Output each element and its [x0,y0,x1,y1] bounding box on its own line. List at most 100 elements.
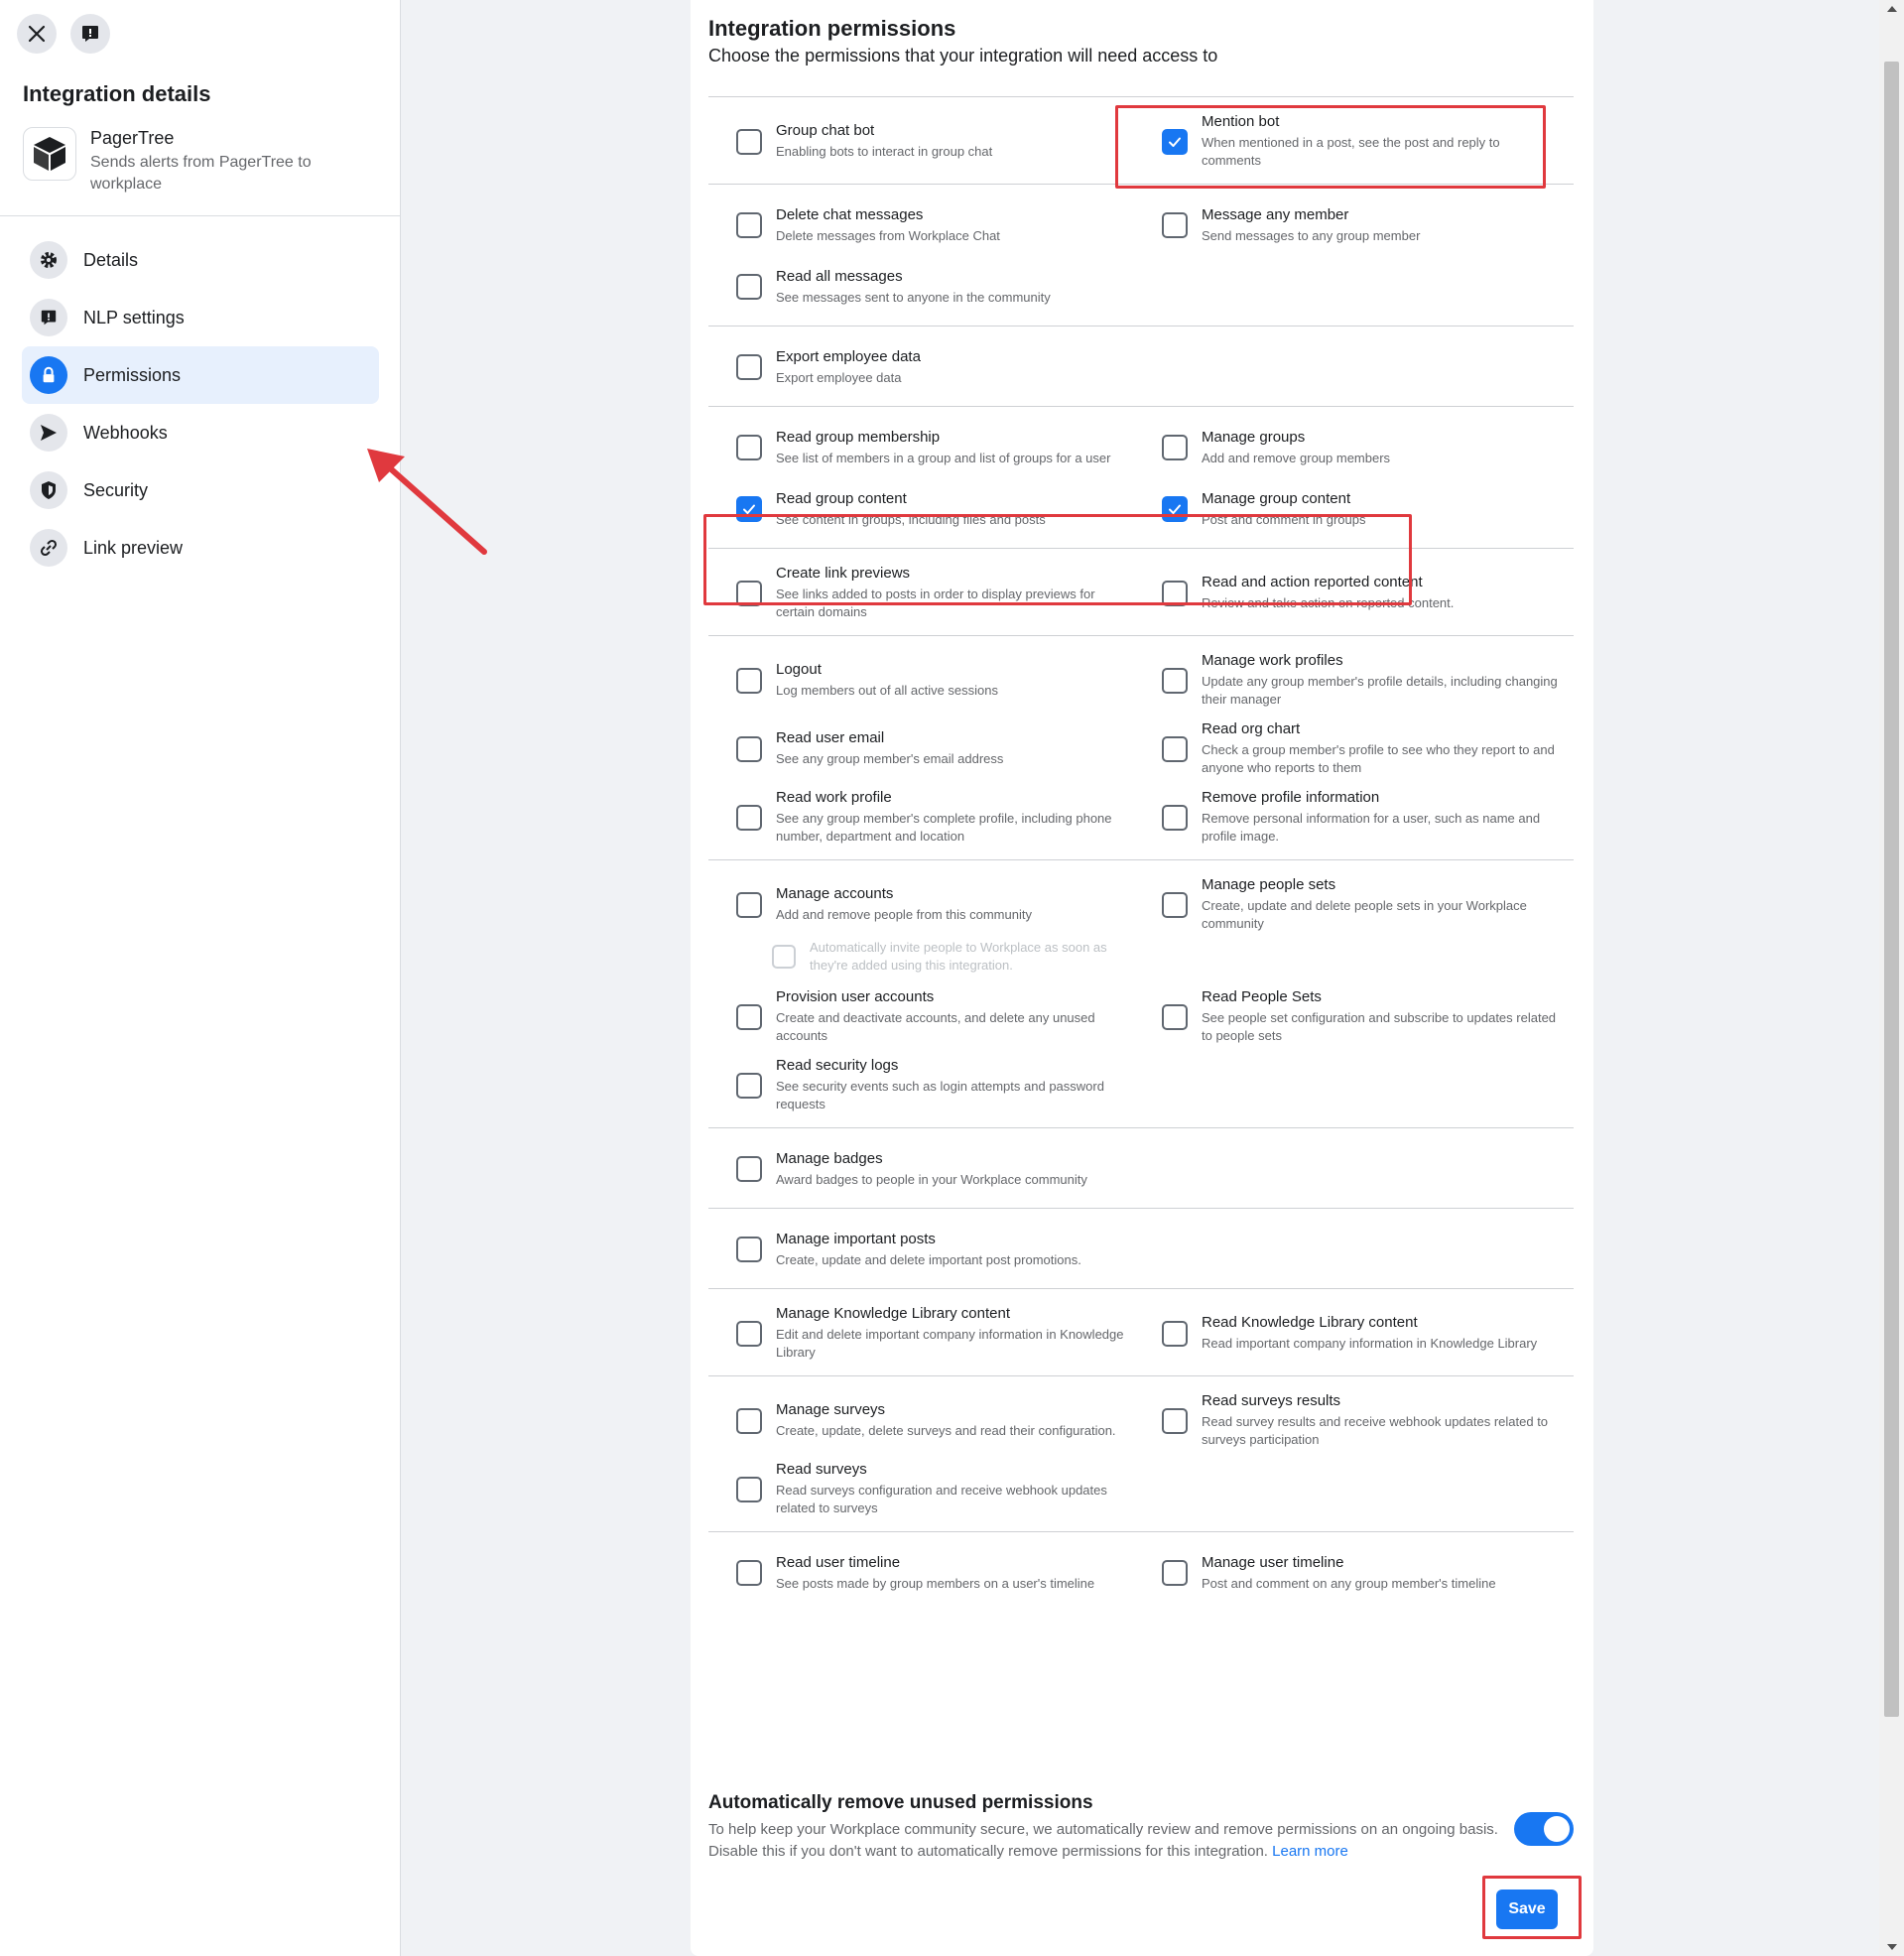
checkbox-read-knowledge-library-content[interactable] [1162,1320,1188,1347]
permission-text: Group chat bot Enabling bots to interact … [776,122,992,161]
permission-logout: Logout Log members out of all active sess… [708,646,1134,715]
sidebar-item-webhooks[interactable]: Webhooks [22,404,379,461]
checkbox-provision-user-accounts[interactable] [736,1003,762,1030]
checkbox-manage-surveys[interactable] [736,1407,762,1434]
permission-read-user-email: Read user email See any group member's em… [708,715,1134,783]
checkbox-manage-people-sets[interactable] [1162,891,1188,918]
sidebar-item-label: Link preview [83,537,184,558]
checkbox-manage-group-content[interactable] [1162,496,1188,522]
app-name: PagerTree [90,128,175,148]
permission-description: Create, update and delete important post… [776,1251,1081,1267]
checkbox-remove-profile-information[interactable] [1162,804,1188,831]
permission-text: Mention bot When mentioned in a post, see… [1202,113,1559,170]
permission-title: Manage groups [1202,428,1306,446]
permission-text: Read and action reported content Review a… [1202,574,1454,612]
top-buttons [17,14,110,54]
auto-remove-description: To help keep your Workplace community se… [708,1819,1502,1863]
permission-group: Read user timeline See posts made by grou… [708,1531,1574,1612]
permission-text: Manage important posts Create, update and… [776,1231,1081,1269]
permission-read-surveys: Read surveys Read surveys configuration a… [708,1455,1134,1523]
checkbox-export-employee-data[interactable] [736,354,762,380]
scroll-up-arrow-icon[interactable] [1887,6,1897,12]
permission-description: Review and take action on reported conte… [1202,595,1455,610]
permission-text: Read work profile See any group member's … [776,789,1133,846]
permission-description: See list of members in a group and list … [776,450,1111,465]
permission-description: See posts made by group members on a use… [776,1575,1095,1591]
permission-title: Logout [776,661,822,678]
checkbox-logout[interactable] [736,667,762,694]
permission-read-work-profile: Read work profile See any group member's … [708,783,1134,851]
checkbox-read-security-logs[interactable] [736,1072,762,1099]
permission-text: Manage group content Post and comment in … [1202,490,1365,529]
permission-title: Manage badges [776,1149,883,1167]
scrollbar[interactable] [1879,0,1904,1956]
checkbox-manage-important-posts[interactable] [736,1237,762,1262]
alert-icon [30,299,67,336]
permission-read-user-timeline: Read user timeline See posts made by grou… [708,1542,1134,1604]
checkbox-manage-work-profiles[interactable] [1162,667,1188,694]
checkbox-manage-accounts[interactable] [736,891,762,918]
checkbox-read-group-membership[interactable] [736,435,762,460]
permission-manage-accounts: Manage accounts Add and remove people fro… [708,870,1134,939]
checkbox-manage-user-timeline[interactable] [1162,1560,1188,1586]
checkbox-read-all-messages[interactable] [736,274,762,300]
report-icon [82,26,98,42]
save-button[interactable]: Save [1496,1890,1558,1929]
sidebar-item-nlp-settings[interactable]: NLP settings [22,289,379,346]
checkbox-mention-bot[interactable] [1162,128,1188,155]
checkbox-create-link-previews[interactable] [736,580,762,606]
auto-remove-toggle[interactable] [1514,1812,1574,1846]
permission-text: Provision user accounts Create and deacti… [776,988,1133,1045]
checkbox-manage-knowledge-library-content[interactable] [736,1320,762,1347]
permission-read-group-content: Read group content See content in groups,… [708,478,1134,540]
permission-group: Export employee data Export employee data [708,326,1574,406]
learn-more-link[interactable]: Learn more [1272,1843,1348,1860]
permission-title: Read surveys results [1202,1392,1341,1409]
permission-title: Read all messages [776,267,903,285]
app-info: PagerTree Sends alerts from PagerTree to… [23,127,328,196]
permission-description: Read survey results and receive webhook … [1202,1414,1549,1447]
auto-remove-title: Automatically remove unused permissions [708,1792,1093,1813]
permission-text: Manage badges Award badges to people in y… [776,1150,1087,1189]
checkbox-read-org-chart[interactable] [1162,735,1188,762]
auto-invite-label: Automatically invite people to Workplace… [810,940,1107,973]
sidebar-item-label: Permissions [83,364,182,385]
checkbox-manage-badges[interactable] [736,1156,762,1182]
permission-group: Manage Knowledge Library content Edit and… [708,1288,1574,1375]
sidebar-item-link-preview[interactable]: Link preview [22,519,379,577]
checkbox-read-surveys[interactable] [736,1476,762,1502]
sidebar-item-security[interactable]: Security [22,461,379,519]
checkbox-delete-chat-messages[interactable] [736,212,762,238]
permission-text: Read user timeline See posts made by grou… [776,1554,1094,1593]
permission-manage-group-content: Manage group content Post and comment in … [1134,478,1574,540]
checkbox-read-group-content[interactable] [736,496,762,522]
toggle-knob [1544,1816,1570,1842]
checkbox-manage-groups[interactable] [1162,435,1188,460]
checkbox-read-people-sets[interactable] [1162,1003,1188,1030]
checkbox-read-and-action-reported-content[interactable] [1162,580,1188,606]
permission-description: Remove personal information for a user, … [1202,811,1541,844]
permission-title: Message any member [1202,205,1349,223]
scroll-thumb[interactable] [1884,62,1899,1717]
checkbox-read-user-email[interactable] [736,735,762,762]
feedback-button[interactable] [70,14,110,54]
sidebar-item-details[interactable]: Details [22,231,379,289]
permission-read-and-action-reported-content: Read and action reported content Review a… [1134,559,1574,627]
permission-read-surveys-results: Read surveys results Read survey results … [1134,1386,1574,1455]
sidebar-nav: Details NLP settings Permissions Webhooks Se… [22,231,379,577]
checkbox-group-chat-bot[interactable] [736,128,762,155]
permission-text: Read group content See content in groups,… [776,490,1046,529]
permission-manage-people-sets: Manage people sets Create, update and del… [1134,870,1574,939]
permission-title: Manage user timeline [1202,1553,1344,1571]
permission-manage-important-posts: Manage important posts Create, update and… [708,1219,1134,1280]
scroll-down-arrow-icon[interactable] [1887,1944,1897,1950]
sidebar-item-label: Details [83,249,139,270]
checkbox-read-work-profile[interactable] [736,804,762,831]
checkbox-read-user-timeline[interactable] [736,1560,762,1586]
checkbox-message-any-member[interactable] [1162,212,1188,238]
permission-text: Read all messages See messages sent to an… [776,268,1051,307]
close-button[interactable] [17,14,57,54]
checkbox-read-surveys-results[interactable] [1162,1407,1188,1434]
sidebar-item-permissions[interactable]: Permissions [22,346,379,404]
